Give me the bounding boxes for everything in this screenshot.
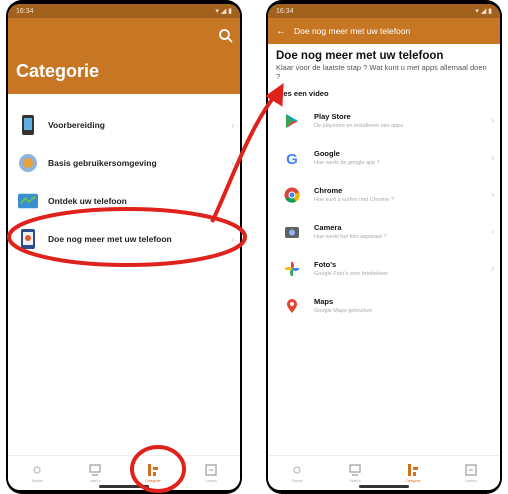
category-item-doe-nog-meer[interactable]: Doe nog meer met uw telefoon › <box>8 220 240 258</box>
nav-label: Video's <box>89 479 101 483</box>
monitor-icon <box>89 464 101 476</box>
nav-label: Categorie <box>145 479 161 483</box>
chevron-right-icon: › <box>231 158 234 168</box>
right-screen: 16:34 ▾ ◢ ▮ ← Doe nog meer met uw telefo… <box>268 4 500 490</box>
svg-text:G: G <box>286 151 298 166</box>
video-desc: Hoe werkt het foto apparaat ? <box>314 234 387 240</box>
nav-videos[interactable]: Video's <box>75 463 115 483</box>
nav-categorie[interactable]: Categorie <box>393 463 433 483</box>
video-title: Chrome <box>314 186 343 195</box>
video-item-maps[interactable]: Maps Google Maps gebruiken <box>268 287 500 324</box>
section-label: Kies een video <box>276 89 329 98</box>
nav-label: Lessen <box>465 479 477 483</box>
category-label: Basis gebruikersomgeving <box>48 158 157 168</box>
status-icons: ▾ ◢ ▮ <box>215 8 232 15</box>
search-icon[interactable] <box>218 28 234 44</box>
category-item-ontdek[interactable]: Ontdek uw telefoon <box>8 182 240 220</box>
photos-icon <box>285 261 299 276</box>
video-desc: Hoe kunt u surfen met Chrome ? <box>314 197 394 203</box>
page-title: Categorie <box>16 61 100 81</box>
left-screen: 16:34 ▾ ◢ ▮ Categorie Voorbereiding › Ba… <box>8 4 240 490</box>
video-item-chrome[interactable]: Chrome Hoe kunt u surfen met Chrome ? › <box>268 176 500 213</box>
phone-right: 16:34 ▾ ◢ ▮ ← Doe nog meer met uw telefo… <box>266 0 502 494</box>
status-time: 16:34 <box>16 7 34 15</box>
video-title: Maps <box>314 297 334 306</box>
play-store-icon <box>286 113 298 128</box>
chevron-right-icon: › <box>491 190 494 199</box>
chrome-icon <box>284 187 300 203</box>
nav-label: Video's <box>349 479 361 483</box>
chevron-right-icon: › <box>491 153 494 162</box>
phone-icon <box>18 115 38 135</box>
video-item-camera[interactable]: Camera Hoe werkt het foto apparaat ? › <box>268 213 500 250</box>
device-icon <box>293 466 301 474</box>
category-label: Voorbereiding <box>48 120 105 130</box>
nav-lessen[interactable]: Lessen <box>191 463 231 483</box>
video-item-fotos[interactable]: Foto's Google Foto's voor fotobeheer › <box>268 250 500 287</box>
app-header: Categorie <box>8 18 240 94</box>
book-icon <box>465 464 477 476</box>
category-label: Doe nog meer met uw telefoon <box>48 234 172 244</box>
video-title: Foto's <box>314 260 337 269</box>
gesture-handle <box>359 485 409 488</box>
category-icon <box>408 464 418 476</box>
video-item-play-store[interactable]: Play Store De playstore en installeren v… <box>268 102 500 139</box>
chevron-right-icon: › <box>491 227 494 236</box>
nav-categorie[interactable]: Categorie <box>133 463 173 483</box>
video-title: Camera <box>314 223 342 232</box>
category-list: Voorbereiding › Basis gebruikersomgeving… <box>8 94 240 258</box>
toolbar-title: Doe nog meer met uw telefoon <box>294 26 411 36</box>
video-title: Google <box>314 149 340 158</box>
video-item-google[interactable]: G Google Hoe werkt de google app ? › <box>268 139 500 176</box>
nav-toestel[interactable]: Toestel <box>17 463 57 483</box>
category-item-voorbereiding[interactable]: Voorbereiding › <box>8 106 240 144</box>
page-heading: Doe nog meer met uw telefoon <box>276 50 444 62</box>
category-label: Ontdek uw telefoon <box>48 196 127 206</box>
chevron-right-icon: › <box>491 116 494 125</box>
page-subtitle: Klaar voor de laatste stap ? Wat kunt u … <box>276 63 487 81</box>
gesture-handle <box>99 485 149 488</box>
toolbar: ← Doe nog meer met uw telefoon <box>268 18 500 44</box>
category-icon <box>148 464 158 476</box>
phone-left: 16:34 ▾ ◢ ▮ Categorie Voorbereiding › Ba… <box>6 0 242 494</box>
status-time: 16:34 <box>276 7 294 15</box>
maps-pin-icon <box>287 298 297 313</box>
nav-lessen[interactable]: Lessen <box>451 463 491 483</box>
monitor-icon <box>349 464 361 476</box>
video-desc: Hoe werkt de google app ? <box>314 160 380 166</box>
status-bar: 16:34 ▾ ◢ ▮ <box>8 4 240 18</box>
nav-label: Lessen <box>205 479 217 483</box>
video-desc: Google Maps gebruiken <box>314 308 373 314</box>
nav-toestel[interactable]: Toestel <box>277 463 317 483</box>
nav-videos[interactable]: Video's <box>335 463 375 483</box>
status-icons: ▾ ◢ ▮ <box>475 8 492 15</box>
chevron-right-icon: › <box>491 264 494 273</box>
status-bar: 16:34 ▾ ◢ ▮ <box>268 4 500 18</box>
nav-label: Toestel <box>291 479 303 483</box>
nav-label: Categorie <box>405 479 421 483</box>
video-title: Play Store <box>314 112 351 121</box>
tablet-icon <box>18 229 38 249</box>
video-desc: Google Foto's voor fotobeheer <box>314 271 389 277</box>
back-arrow-icon[interactable]: ← <box>276 26 286 37</box>
settings-badge-icon <box>18 153 38 173</box>
category-item-basis[interactable]: Basis gebruikersomgeving › <box>8 144 240 182</box>
chevron-right-icon: › <box>231 234 234 244</box>
device-icon <box>33 466 41 474</box>
video-desc: De playstore en installeren van apps <box>314 123 403 129</box>
camera-icon <box>285 226 299 238</box>
nav-label: Toestel <box>31 479 43 483</box>
google-icon: G <box>286 151 298 166</box>
map-icon <box>18 191 38 211</box>
chevron-right-icon: › <box>231 120 234 130</box>
book-icon <box>205 464 217 476</box>
